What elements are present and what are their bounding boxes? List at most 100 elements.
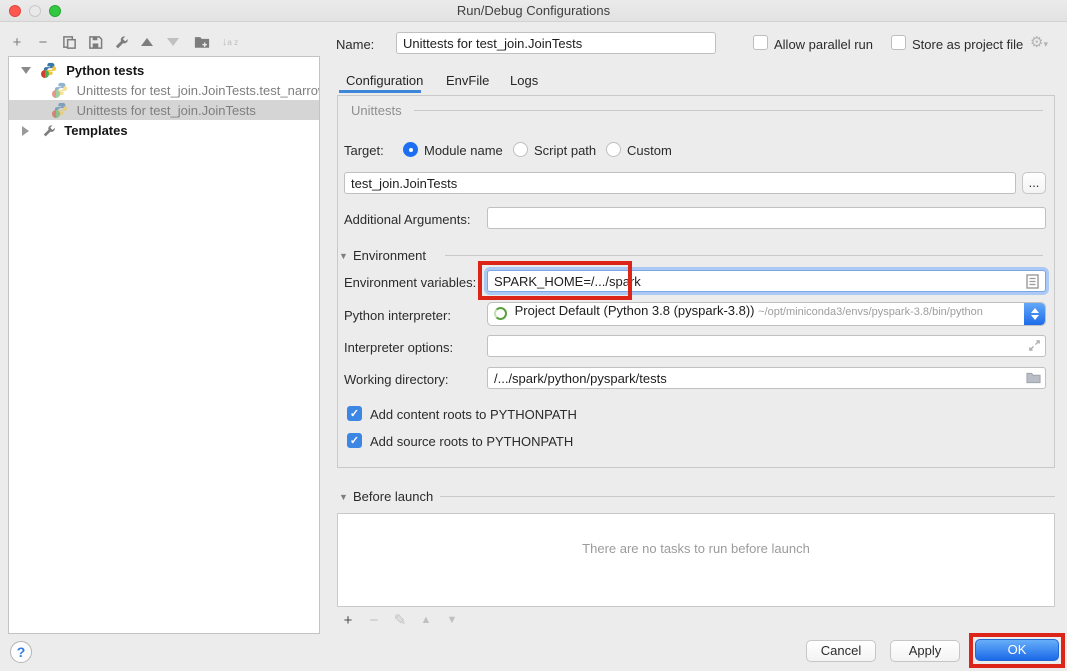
name-label: Name: (336, 36, 374, 54)
name-input[interactable] (396, 32, 716, 54)
env-list-icon[interactable] (1026, 274, 1039, 289)
plus-icon: + (13, 34, 22, 51)
interpreter-options-input[interactable] (487, 335, 1046, 357)
save-icon (88, 35, 103, 50)
radio-module-name[interactable] (403, 142, 418, 157)
tab-envfile[interactable]: EnvFile (446, 71, 489, 91)
minus-icon: − (39, 34, 48, 51)
copy-configuration-button[interactable] (58, 31, 80, 53)
create-folder-button[interactable] (191, 31, 213, 53)
gear-icon[interactable]: ⚙▾ (1030, 34, 1048, 52)
python-interpreter-select[interactable]: Project Default (Python 3.8 (pyspark-3.8… (487, 302, 1046, 326)
pencil-icon: ✎ (394, 611, 407, 629)
folder-plus-icon (194, 35, 210, 49)
templates-wrench-icon (42, 124, 56, 138)
move-task-up-button[interactable]: ▲ (416, 611, 436, 629)
expand-field-icon[interactable] (1028, 339, 1041, 352)
window-title: Run/Debug Configurations (0, 0, 1067, 22)
additional-arguments-label: Additional Arguments: (344, 211, 470, 229)
python-interpreter-value: Project Default (Python 3.8 (pyspark-3.8… (515, 303, 755, 318)
python-tests-icon (43, 62, 57, 76)
check-icon: ✓ (350, 408, 359, 420)
interpreter-options-label: Interpreter options: (344, 339, 453, 357)
move-down-icon (167, 38, 179, 46)
add-task-button[interactable]: + (338, 611, 358, 629)
conda-env-icon (494, 307, 507, 320)
allow-parallel-run-checkbox[interactable] (753, 35, 768, 50)
source-roots-checkbox[interactable]: ✓ (347, 433, 362, 448)
run-debug-configurations-window: Run/Debug Configurations + − ↓a z Python… (0, 0, 1067, 671)
section-divider (445, 255, 1043, 256)
tree-item-label: Python tests (66, 63, 144, 78)
before-launch-collapse-icon[interactable]: ▼ (339, 488, 348, 506)
radio-custom-label: Custom (627, 142, 672, 160)
tab-configuration[interactable]: Configuration (346, 71, 423, 91)
edit-templates-button[interactable] (110, 31, 132, 53)
expand-icon[interactable] (22, 126, 29, 136)
tree-item-label: Unittests for test_join.JoinTests (77, 103, 256, 118)
browse-module-button[interactable]: ... (1022, 172, 1046, 194)
tree-item-test-narrow[interactable]: Unittests for test_join.JoinTests.test_n… (9, 80, 319, 100)
section-divider (440, 496, 1055, 497)
tree-item-label: Templates (64, 123, 127, 138)
move-down-button[interactable] (162, 31, 184, 53)
titlebar: Run/Debug Configurations (0, 0, 1067, 22)
minus-icon: − (370, 612, 379, 629)
content-roots-checkbox[interactable]: ✓ (347, 406, 362, 421)
tab-logs[interactable]: Logs (510, 71, 538, 91)
configurations-tree: Python tests Unittests for test_join.Joi… (8, 56, 320, 634)
before-launch-task-list (337, 513, 1055, 607)
section-divider (414, 110, 1043, 111)
working-directory-input[interactable] (487, 367, 1046, 389)
question-icon: ? (17, 644, 26, 660)
browse-folder-icon[interactable] (1026, 371, 1041, 384)
sort-configurations-button[interactable]: ↓a z (219, 31, 241, 53)
target-label: Target: (344, 142, 384, 160)
move-up-button[interactable] (136, 31, 158, 53)
combo-arrows-icon[interactable] (1024, 303, 1045, 325)
add-configuration-button[interactable]: + (6, 31, 28, 53)
environment-section-label: Environment (353, 247, 426, 265)
remove-task-button[interactable]: − (364, 611, 384, 629)
source-roots-label: Add source roots to PYTHONPATH (370, 433, 573, 451)
content-roots-label: Add content roots to PYTHONPATH (370, 406, 577, 424)
python-interpreter-path: ~/opt/miniconda3/envs/pyspark-3.8/bin/py… (758, 306, 983, 318)
sort-az-icon: ↓a z (222, 37, 238, 48)
python-test-icon (54, 82, 68, 96)
tree-item-python-tests[interactable]: Python tests (9, 60, 319, 80)
ok-button[interactable]: OK (975, 639, 1059, 661)
wrench-icon (114, 35, 129, 50)
remove-configuration-button[interactable]: − (32, 31, 54, 53)
move-task-down-button[interactable]: ▼ (442, 611, 462, 629)
help-button[interactable]: ? (10, 641, 32, 663)
apply-button[interactable]: Apply (890, 640, 960, 662)
plus-icon: + (344, 612, 353, 629)
edit-task-button[interactable]: ✎ (390, 611, 410, 629)
environment-variables-label: Environment variables: (344, 274, 476, 292)
python-interpreter-label: Python interpreter: (344, 307, 451, 325)
active-tab-underline (339, 90, 421, 93)
ellipsis-icon: ... (1029, 175, 1040, 190)
environment-collapse-icon[interactable]: ▼ (339, 247, 348, 265)
additional-arguments-input[interactable] (487, 207, 1046, 229)
move-up-icon: ▲ (421, 614, 432, 626)
radio-custom[interactable] (606, 142, 621, 157)
store-as-project-file-label: Store as project file (912, 36, 1023, 54)
collapse-icon[interactable] (21, 67, 31, 74)
before-launch-label: Before launch (353, 488, 433, 506)
tree-item-templates[interactable]: Templates (9, 120, 319, 140)
move-up-icon (141, 38, 153, 46)
cancel-button[interactable]: Cancel (806, 640, 876, 662)
module-name-input[interactable] (344, 172, 1016, 194)
unittests-section-label: Unittests (351, 103, 402, 118)
tree-item-label: Unittests for test_join.JoinTests.test_n… (77, 83, 319, 98)
empty-tasks-message: There are no tasks to run before launch (337, 541, 1055, 556)
save-configuration-button[interactable] (84, 31, 106, 53)
allow-parallel-run-label: Allow parallel run (774, 36, 873, 54)
environment-variables-input[interactable] (487, 270, 1046, 292)
radio-script-path[interactable] (513, 142, 528, 157)
tree-item-jointests-selected[interactable]: Unittests for test_join.JoinTests (9, 100, 319, 120)
store-as-project-file-checkbox[interactable] (891, 35, 906, 50)
working-directory-label: Working directory: (344, 371, 449, 389)
radio-script-path-label: Script path (534, 142, 596, 160)
